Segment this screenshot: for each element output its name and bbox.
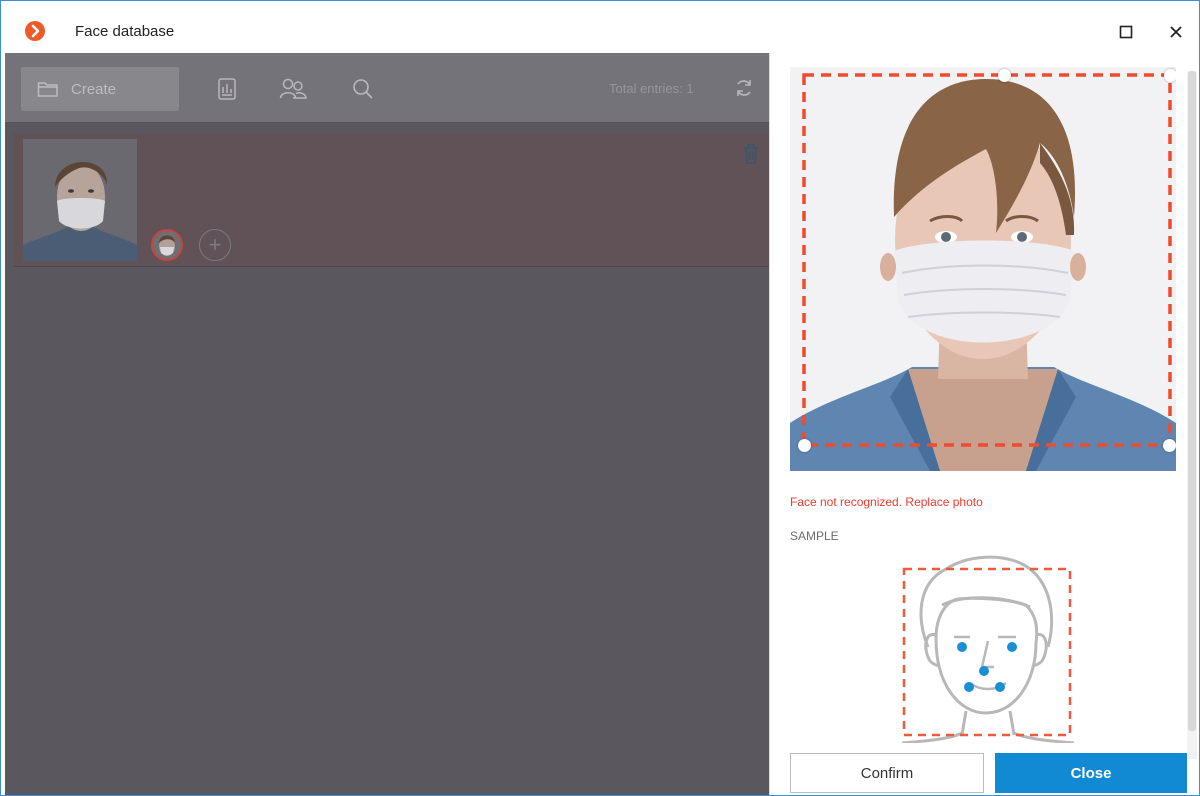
entries-pane: Create Total entries: 1 +	[5, 53, 769, 795]
face-photo	[790, 67, 1176, 471]
title-bar: Face database	[1, 1, 1199, 59]
maximize-icon[interactable]	[1115, 21, 1137, 43]
face-editor-panel: Face not recognized. Replace photo SAMPL…	[769, 53, 1199, 795]
create-button-label: Create	[71, 80, 117, 98]
scroll-thumb[interactable]	[1188, 71, 1196, 731]
refresh-icon[interactable]	[734, 78, 754, 98]
create-button[interactable]: Create	[21, 67, 179, 111]
people-icon[interactable]	[279, 77, 307, 101]
window-title: Face database	[75, 23, 175, 40]
folder-icon	[37, 82, 58, 97]
add-face-icon[interactable]: +	[199, 229, 231, 261]
close-window-icon[interactable]	[1165, 21, 1187, 43]
search-icon[interactable]	[351, 77, 375, 101]
crop-handle-top-right[interactable]	[1164, 69, 1176, 82]
app-logo-icon	[25, 21, 45, 41]
sample-label: SAMPLE	[790, 529, 839, 543]
face-sample-thumbnail[interactable]	[151, 229, 183, 261]
report-icon[interactable]	[215, 77, 239, 101]
face-entry-row[interactable]: +	[13, 133, 769, 267]
trash-icon[interactable]	[742, 143, 760, 165]
sample-face-illustration	[892, 543, 1082, 745]
crop-handle-top[interactable]	[998, 69, 1011, 82]
close-button[interactable]: Close	[995, 753, 1187, 793]
total-entries-label: Total entries: 1	[609, 81, 694, 96]
face-database-window: Face database Create Total entries: 1 + …	[0, 0, 1200, 796]
crop-handle-bottom-left[interactable]	[798, 439, 811, 452]
entry-photo	[23, 139, 137, 261]
crop-handle-bottom-right[interactable]	[1163, 439, 1176, 452]
panel-scrollbar[interactable]	[1187, 71, 1197, 759]
error-message: Face not recognized. Replace photo	[790, 495, 983, 509]
confirm-button[interactable]: Confirm	[790, 753, 984, 793]
toolbar: Create Total entries: 1	[5, 53, 769, 123]
